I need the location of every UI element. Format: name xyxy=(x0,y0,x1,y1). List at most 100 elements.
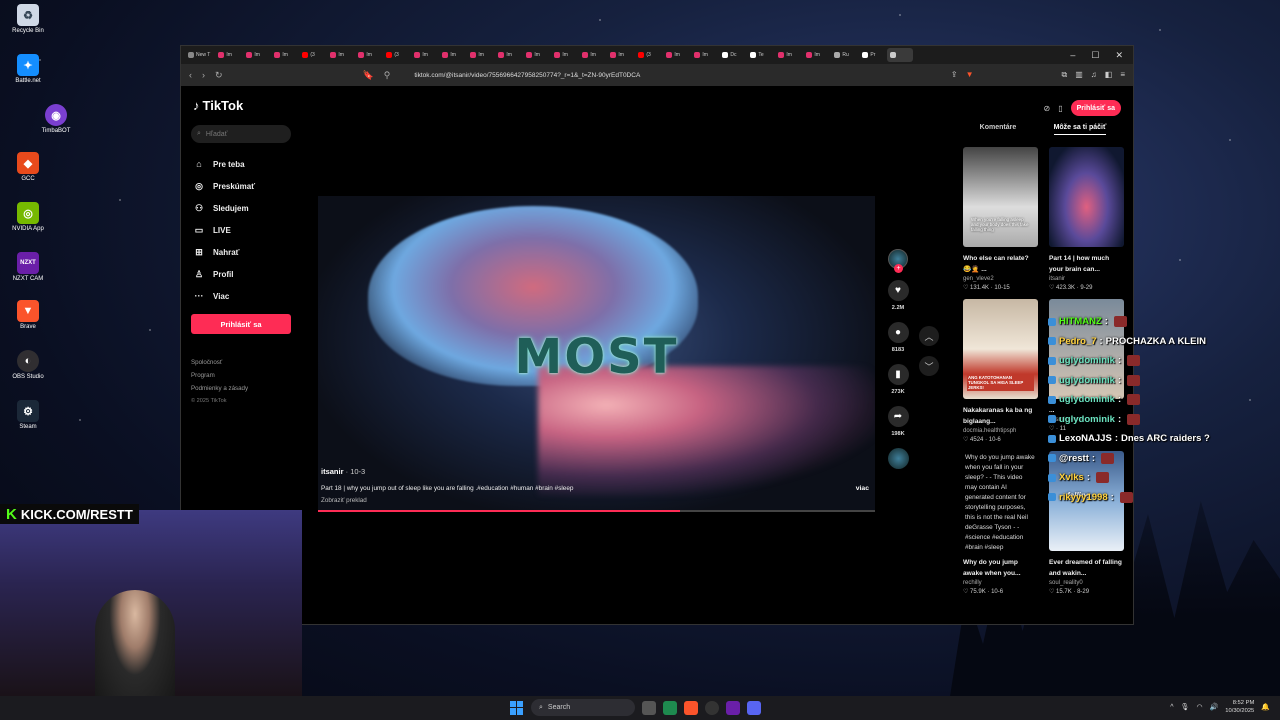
browser-tab[interactable]: (3 xyxy=(383,48,409,62)
browser-tab[interactable]: Im xyxy=(495,48,521,62)
nav-item-more[interactable]: ··· Viac xyxy=(191,285,291,307)
browser-tab[interactable]: Ru xyxy=(831,48,857,62)
browser-tab[interactable]: Im xyxy=(523,48,549,62)
desktop-icon-nvidia[interactable]: ◎ NVIDIA App xyxy=(2,202,54,232)
desktop-icon-nzxt[interactable]: NZXT NZXT CAM xyxy=(2,252,54,282)
wallet-icon[interactable]: ◧ xyxy=(1105,70,1113,80)
desktop-icon-obs[interactable]: ◐ OBS Studio xyxy=(2,350,54,380)
chat-username[interactable]: rikyyy1998 xyxy=(1059,492,1108,503)
footer-terms-link[interactable]: Podmienky a zásady xyxy=(191,382,291,395)
tab-comments[interactable]: Komentáre xyxy=(980,124,1017,135)
chat-username[interactable]: Pedro_7 xyxy=(1059,336,1097,347)
tab-suggested[interactable]: Môže sa ti páčiť xyxy=(1053,124,1107,135)
login-button[interactable]: Prihlásiť sa xyxy=(191,314,291,334)
chat-username[interactable]: uglydominik xyxy=(1059,394,1115,405)
video-author[interactable]: itsanir · 10-3 xyxy=(321,467,365,476)
nav-item-explore[interactable]: ◎ Preskúmať xyxy=(191,175,291,197)
search-input[interactable]: ⌕ Hľadať xyxy=(191,125,291,143)
chat-username[interactable]: uglydominik xyxy=(1059,414,1115,425)
suggested-card[interactable]: ANG KATOTOHANAN TUNGKOL SA HIGA SLEEP JE… xyxy=(963,299,1038,443)
browser-tab[interactable]: Im xyxy=(607,48,633,62)
wifi-icon[interactable]: ◠ xyxy=(1196,703,1202,711)
chevron-up-icon[interactable]: ^ xyxy=(1170,704,1173,711)
nav-item-profile[interactable]: ♙ Profil xyxy=(191,263,291,285)
browser-tab[interactable]: (3 xyxy=(635,48,661,62)
more-link[interactable]: viac xyxy=(856,485,869,492)
browser-tab[interactable]: Im xyxy=(551,48,577,62)
forward-icon[interactable]: › xyxy=(202,70,205,80)
chat-username[interactable]: Xvlks xyxy=(1059,472,1084,483)
task-view-icon[interactable] xyxy=(642,700,656,715)
browser-tab[interactable]: Im xyxy=(411,48,437,62)
video-player[interactable]: MOST itsanir · 10-3 Part 18 | why you ju… xyxy=(318,196,875,512)
phone-icon[interactable]: ▯ xyxy=(1058,104,1062,113)
microphone-icon[interactable]: 🎙 xyxy=(1181,703,1190,711)
url-field[interactable]: tiktok.com/@itsanir/video/75569664279582… xyxy=(414,72,941,79)
browser-tab[interactable]: New T xyxy=(185,48,213,62)
media-icon[interactable]: ♫ xyxy=(1091,70,1097,80)
save-action[interactable]: ▮ 273K xyxy=(887,364,909,395)
nav-item-live[interactable]: ▭ LIVE xyxy=(191,219,291,241)
extensions-icon[interactable]: ⧉ xyxy=(1061,70,1067,80)
browser-tab[interactable]: Im xyxy=(691,48,717,62)
suggested-card[interactable]: Part 14 | how much your brain can... its… xyxy=(1049,147,1124,291)
music-disc[interactable] xyxy=(887,448,909,469)
share-icon[interactable]: ⇪ xyxy=(951,70,958,80)
nav-item-upload[interactable]: ⊞ Nahrať xyxy=(191,241,291,263)
close-icon[interactable]: ✕ xyxy=(1115,50,1123,61)
chevron-up-icon[interactable]: ︿ xyxy=(919,326,939,346)
desktop-icon-gcc[interactable]: ◆ GCC xyxy=(2,152,54,182)
maximize-icon[interactable]: ☐ xyxy=(1091,50,1099,61)
chevron-down-icon[interactable]: ﹀ xyxy=(919,356,939,376)
browser-tab[interactable]: Im xyxy=(467,48,493,62)
browser-tab[interactable]: Dc xyxy=(719,48,745,62)
menu-icon[interactable]: ≡ xyxy=(1120,70,1125,80)
translate-link[interactable]: Zobraziť preklad xyxy=(321,497,367,504)
nzxt-taskbar-icon[interactable] xyxy=(726,700,740,715)
footer-company-link[interactable]: Spoločnosť xyxy=(191,356,291,369)
reload-icon[interactable]: ↻ xyxy=(215,70,223,81)
browser-tab[interactable]: Im xyxy=(327,48,353,62)
suggested-card[interactable]: Why do you jump awake when you fall in y… xyxy=(963,451,1038,595)
obs-taskbar-icon[interactable] xyxy=(705,700,719,715)
notification-icon[interactable]: 🔔 xyxy=(1261,703,1270,711)
volume-icon[interactable]: 🔊 xyxy=(1210,703,1219,711)
comment-action[interactable]: ● 8183 xyxy=(887,322,909,353)
desktop-icon-recycle-bin[interactable]: ♻ Recycle Bin xyxy=(2,4,54,34)
sidebar-icon[interactable]: ▥ xyxy=(1075,70,1083,80)
chat-username[interactable]: uglydominik xyxy=(1059,355,1115,366)
browser-tab[interactable]: Im xyxy=(271,48,297,62)
browser-tab[interactable]: Im xyxy=(355,48,381,62)
bookmark-icon[interactable]: 🔖 xyxy=(363,70,374,81)
chat-username[interactable]: @restt xyxy=(1059,453,1089,464)
browser-tab[interactable]: Im xyxy=(215,48,241,62)
clock[interactable]: 8:52 PM 10/30/2025 xyxy=(1225,699,1254,715)
chat-username[interactable]: uglydominik xyxy=(1059,375,1115,386)
browser-tab[interactable]: Im xyxy=(579,48,605,62)
browser-tab[interactable] xyxy=(887,48,914,62)
desktop-icon-steam[interactable]: ⚙ Steam xyxy=(2,400,54,430)
footer-program-link[interactable]: Program xyxy=(191,369,291,382)
excel-icon[interactable] xyxy=(663,700,677,715)
right-login-button[interactable]: Prihlásiť sa xyxy=(1070,100,1121,116)
desktop-icon-timbabot[interactable]: ◉ TimbaBOT xyxy=(30,104,82,134)
desktop-icon-brave[interactable]: ▼ Brave xyxy=(2,300,54,330)
share-action[interactable]: ➦ 198K xyxy=(887,406,909,437)
browser-tab[interactable]: Im xyxy=(663,48,689,62)
browser-tab[interactable]: Im xyxy=(243,48,269,62)
nav-item-following[interactable]: ⚇ Sledujem xyxy=(191,197,291,219)
browser-tab[interactable]: Im xyxy=(775,48,801,62)
video-progress-bar[interactable] xyxy=(318,510,875,512)
back-icon[interactable]: ‹ xyxy=(189,70,192,80)
browser-tab[interactable]: (3 xyxy=(299,48,325,62)
windows-start-icon[interactable] xyxy=(510,700,524,715)
follow-plus-icon[interactable]: + xyxy=(894,264,903,273)
tiktok-logo[interactable]: ♪ TikTok xyxy=(193,98,291,113)
desktop-icon-battlenet[interactable]: ✦ Battle.net xyxy=(2,54,54,84)
compass-small-icon[interactable]: ⊘ xyxy=(1044,104,1051,113)
chat-username[interactable]: HITMANZ xyxy=(1059,316,1102,327)
taskbar-search[interactable]: ⌕ Search xyxy=(531,699,635,716)
browser-tab[interactable]: Im xyxy=(439,48,465,62)
chat-username[interactable]: LexoNAJJS xyxy=(1059,433,1112,444)
brave-taskbar-icon[interactable] xyxy=(684,700,698,715)
